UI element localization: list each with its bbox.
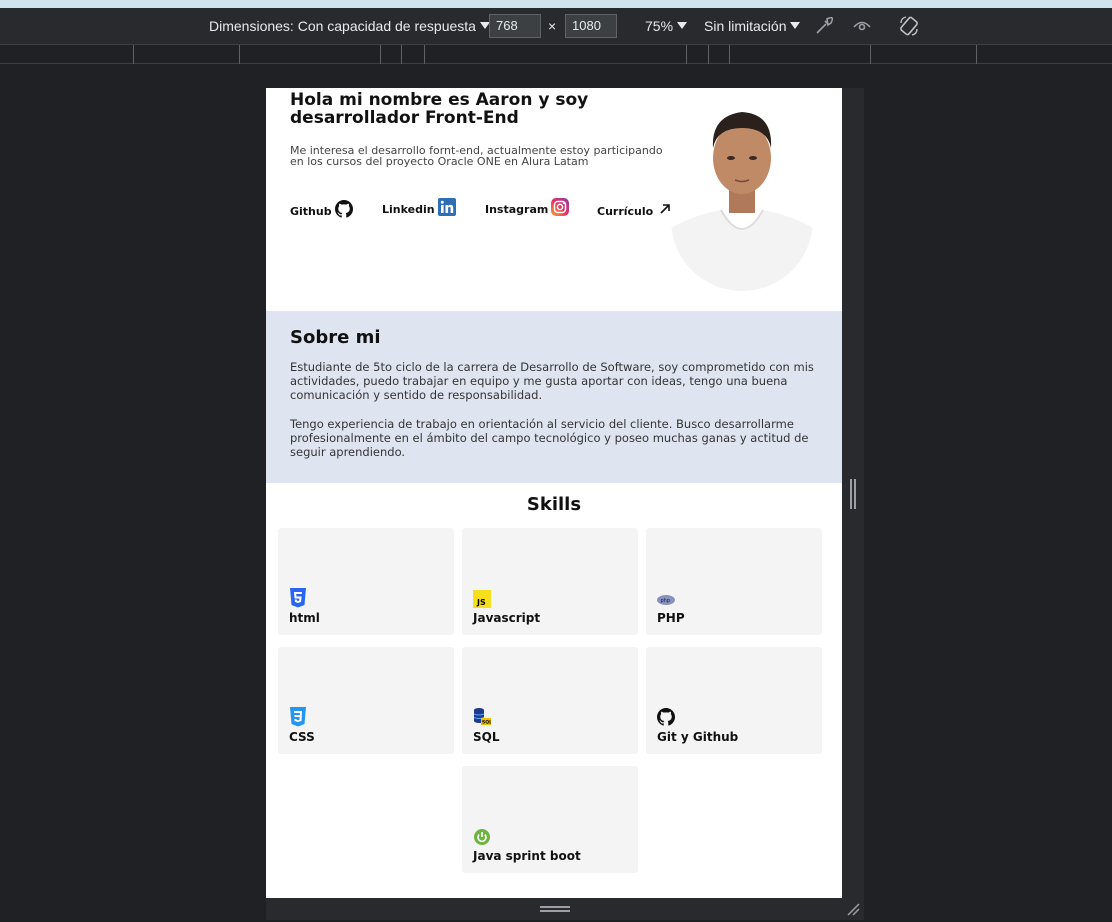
width-input[interactable]: 768 xyxy=(489,14,541,38)
browser-top-strip xyxy=(0,0,1112,8)
github-link-label: Github xyxy=(290,205,332,218)
skill-card-php: php PHP xyxy=(646,528,822,635)
skill-label: CSS xyxy=(289,730,315,744)
zoom-dropdown[interactable]: 75% xyxy=(645,18,688,34)
throttling-dropdown[interactable]: Sin limitación xyxy=(704,18,801,34)
eyedropper-icon[interactable] xyxy=(813,15,835,37)
skill-card-git: Git y Github xyxy=(646,647,822,754)
database-icon: SQL xyxy=(473,708,491,726)
linkedin-link-label: Linkedin xyxy=(382,203,435,216)
about-paragraph-2: Tengo experiencia de trabajo en orientac… xyxy=(290,417,809,459)
skills-title: Skills xyxy=(526,494,582,515)
zoom-label: 75% xyxy=(645,18,674,34)
skill-card-javascript: JS Javascript xyxy=(462,528,638,635)
vision-deficiency-icon[interactable] xyxy=(851,15,873,37)
php-icon: php xyxy=(657,595,675,605)
github-icon xyxy=(657,708,675,726)
linkedin-icon xyxy=(437,198,456,216)
resize-corner-icon[interactable] xyxy=(846,902,860,916)
times-symbol: × xyxy=(548,18,557,34)
dimensions-dropdown[interactable]: Dimensiones: Con capacidad de respuesta xyxy=(209,18,490,34)
hero-intro: Me interesa el desarrollo fornt-end, act… xyxy=(290,144,663,168)
about-paragraph-1: Estudiante de 5to ciclo de la carrera de… xyxy=(290,360,814,402)
skill-label: html xyxy=(289,611,320,625)
github-icon xyxy=(334,200,353,218)
hero-title: Hola mi nombre es Aaron y soy desarrolla… xyxy=(290,90,589,128)
chevron-down-icon xyxy=(790,22,801,29)
curriculum-link[interactable]: Currículo xyxy=(597,200,674,218)
resize-handle-right[interactable] xyxy=(850,479,856,509)
throttling-label: Sin limitación xyxy=(704,18,787,34)
html5-icon xyxy=(290,588,306,608)
instagram-link[interactable]: Instagram xyxy=(485,198,570,216)
github-link[interactable]: Github xyxy=(290,200,353,218)
css3-icon xyxy=(290,707,306,727)
skill-label: Javascript xyxy=(473,611,541,625)
resize-handle-bottom[interactable] xyxy=(540,906,570,912)
media-query-bar[interactable] xyxy=(0,44,1112,64)
skill-card-spring: Java sprint boot xyxy=(462,766,638,873)
linkedin-link[interactable]: Linkedin xyxy=(382,198,456,216)
svg-text:php: php xyxy=(661,598,671,604)
skill-card-css: CSS xyxy=(278,647,454,754)
about-title: Sobre mi xyxy=(290,327,381,348)
hero-section: Hola mi nombre es Aaron y soy desarrolla… xyxy=(266,88,842,311)
device-viewport: Hola mi nombre es Aaron y soy desarrolla… xyxy=(266,88,842,898)
skill-label: Git y Github xyxy=(657,730,739,744)
skill-card-sql: SQL SQL xyxy=(462,647,638,754)
svg-text:JS: JS xyxy=(476,598,486,607)
svg-text:SQL: SQL xyxy=(482,720,491,726)
chevron-down-icon xyxy=(677,22,688,29)
skill-label: Java sprint boot xyxy=(473,849,581,863)
device-toolbar: Dimensiones: Con capacidad de respuesta … xyxy=(0,8,1112,44)
javascript-icon: JS xyxy=(473,590,491,608)
instagram-link-label: Instagram xyxy=(485,203,549,216)
skill-label: PHP xyxy=(657,611,685,625)
spring-icon xyxy=(474,829,490,845)
curriculum-link-label: Currículo xyxy=(597,205,654,218)
height-input[interactable]: 1080 xyxy=(565,14,617,38)
instagram-icon xyxy=(551,198,570,216)
profile-photo xyxy=(671,88,813,291)
skill-card-html: html xyxy=(278,528,454,635)
about-section: Sobre mi Estudiante de 5to ciclo de la c… xyxy=(266,311,842,483)
dimensions-label: Dimensiones: Con capacidad de respuesta xyxy=(209,18,476,34)
skill-label: SQL xyxy=(473,730,500,744)
rotate-icon[interactable] xyxy=(898,15,920,37)
